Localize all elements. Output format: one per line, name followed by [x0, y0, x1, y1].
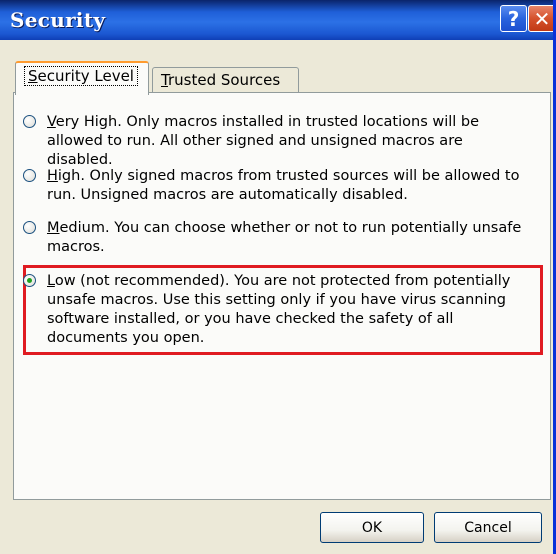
option-medium[interactable]: Medium. You can choose whether or not to…: [23, 219, 528, 257]
help-button[interactable]: ?: [500, 5, 527, 32]
option-high[interactable]: High. Only signed macros from trusted so…: [23, 167, 528, 205]
radio-low[interactable]: [23, 274, 36, 287]
security-dialog: Security ? ✕ Security Level Trusted Sour…: [0, 0, 556, 554]
tab-trusted-sources-label: Trusted Sources: [161, 71, 281, 89]
radio-very-high[interactable]: [23, 115, 36, 128]
option-very-high[interactable]: Very High. Only macros installed in trus…: [23, 113, 528, 170]
tab-trusted-sources[interactable]: Trusted Sources: [152, 67, 299, 94]
cancel-button[interactable]: Cancel: [434, 512, 542, 543]
tab-security-level[interactable]: Security Level: [15, 61, 149, 95]
option-low[interactable]: Low (not recommended). You are not prote…: [23, 272, 528, 348]
option-medium-label: Medium. You can choose whether or not to…: [47, 220, 522, 255]
close-button[interactable]: ✕: [528, 5, 553, 32]
title-bar[interactable]: Security ? ✕: [0, 0, 553, 40]
close-icon: ✕: [533, 6, 551, 31]
option-very-high-label: Very High. Only macros installed in trus…: [47, 114, 480, 168]
help-icon: ?: [507, 6, 520, 31]
radio-medium[interactable]: [23, 221, 36, 234]
window-title: Security: [10, 8, 106, 32]
ok-button[interactable]: OK: [320, 512, 424, 543]
option-high-label: High. Only signed macros from trusted so…: [47, 168, 520, 203]
radio-high[interactable]: [23, 169, 36, 182]
option-low-label: Low (not recommended). You are not prote…: [47, 273, 511, 346]
tab-security-level-label: Security Level: [24, 66, 138, 86]
